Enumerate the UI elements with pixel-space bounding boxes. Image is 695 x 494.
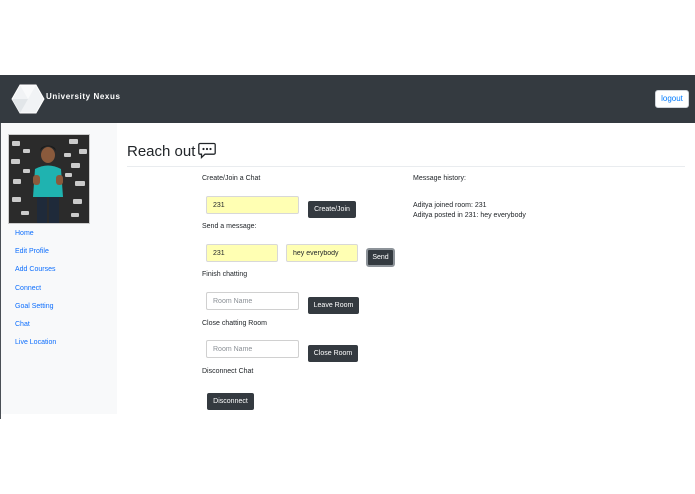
history-line: Aditya joined room: 231 [413,202,487,209]
top-navbar: University Nexus logout [0,75,695,123]
send-message-label: Send a message: [202,223,257,230]
finish-chatting-label: Finish chatting [202,271,248,278]
history-line: Aditya posted in 231: hey everybody [413,212,526,219]
sidebar-item-add-courses[interactable]: Add Courses [15,265,56,283]
send-button[interactable]: Send [366,248,395,267]
disconnect-button[interactable]: Disconnect [207,393,254,410]
logout-button[interactable]: logout [655,90,689,108]
sidebar-item-goal-setting[interactable]: Goal Setting [15,302,56,320]
message-history-list: Aditya joined room: 231 Aditya posted in… [413,201,526,221]
sidebar-item-chat[interactable]: Chat [15,320,56,338]
disconnect-label: Disconnect Chat [202,368,254,375]
brand-name[interactable]: University Nexus [46,92,121,101]
leave-room-button[interactable]: Leave Room [308,297,359,314]
header-divider [127,166,685,167]
sidebar-item-live-location[interactable]: Live Location [15,338,56,356]
profile-photo [8,134,90,224]
sidebar-item-connect[interactable]: Connect [15,284,56,302]
leave-room-name-input[interactable] [206,292,299,310]
chat-bubble-icon [198,142,216,159]
create-join-label: Create/Join a Chat [202,175,261,182]
room-input[interactable] [206,196,299,214]
create-join-button[interactable]: Create/Join [308,201,356,218]
close-room-name-input[interactable] [206,340,299,358]
send-room-input[interactable] [206,244,278,262]
hexagon-logo-icon[interactable] [11,84,45,114]
sidebar: Home Edit Profile Add Courses Connect Go… [1,123,117,414]
sidebar-item-home[interactable]: Home [15,229,56,247]
close-room-label: Close chatting Room [202,320,267,327]
sidebar-item-edit-profile[interactable]: Edit Profile [15,247,56,265]
close-room-button[interactable]: Close Room [308,345,358,362]
page-title: Reach out [127,143,196,160]
message-history-title: Message history: [413,175,466,182]
sidebar-nav: Home Edit Profile Add Courses Connect Go… [15,229,56,356]
message-input[interactable] [286,244,358,262]
